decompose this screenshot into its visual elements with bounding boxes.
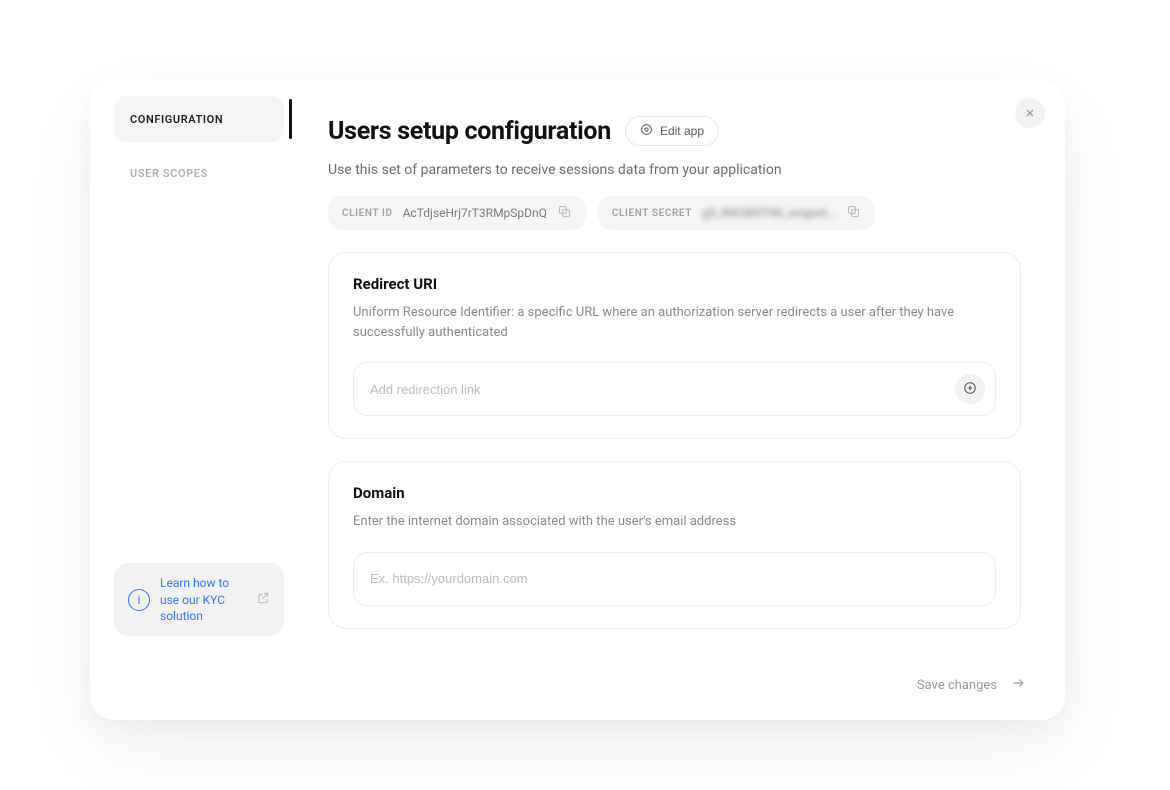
client-secret-chip: CLIENT SECRET gS_RtK3B5TWt_wrqjwd... [598, 196, 875, 230]
arrow-right-icon [1011, 676, 1025, 694]
redirect-uri-title: Redirect URI [353, 275, 996, 293]
sidebar-nav: CONFIGURATION USER SCOPES [114, 96, 284, 563]
info-icon: i [128, 589, 150, 611]
sidebar-item-label: CONFIGURATION [130, 113, 223, 126]
domain-desc: Enter the internet domain associated wit… [353, 512, 996, 532]
client-secret-label: CLIENT SECRET [612, 208, 692, 219]
title-row: Users setup configuration Edit app [328, 116, 1021, 146]
domain-card: Domain Enter the internet domain associa… [328, 461, 1021, 629]
sidebar-item-label: USER SCOPES [130, 167, 208, 180]
client-secret-value: gS_RtK3B5TWt_wrqjwd... [702, 206, 836, 220]
domain-input[interactable] [370, 571, 985, 586]
redirect-uri-input[interactable] [370, 382, 943, 397]
close-icon [1024, 104, 1036, 123]
sidebar-item-configuration[interactable]: CONFIGURATION [114, 96, 284, 142]
client-id-chip: CLIENT ID AcTdjseHrj7rT3RMpSpDnQ [328, 196, 586, 230]
sidebar: CONFIGURATION USER SCOPES i Learn how to… [90, 80, 300, 660]
save-label: Save changes [917, 678, 997, 693]
redirect-uri-input-wrap [353, 362, 996, 416]
client-id-value: AcTdjseHrj7rT3RMpSpDnQ [403, 206, 547, 220]
modal-body: CONFIGURATION USER SCOPES i Learn how to… [90, 80, 1065, 660]
plus-icon [963, 380, 977, 399]
page-subtitle: Use this set of parameters to receive se… [328, 162, 1021, 178]
modal-footer: Save changes [90, 650, 1065, 720]
redirect-uri-desc: Uniform Resource Identifier: a specific … [353, 303, 996, 342]
page-title: Users setup configuration [328, 117, 611, 146]
edit-app-button[interactable]: Edit app [625, 116, 719, 146]
help-text: Learn how to use our KYC solution [160, 575, 246, 624]
client-id-label: CLIENT ID [342, 208, 393, 219]
close-button[interactable] [1015, 98, 1045, 128]
modal-container: CONFIGURATION USER SCOPES i Learn how to… [90, 80, 1065, 720]
credentials-row: CLIENT ID AcTdjseHrj7rT3RMpSpDnQ CLIENT … [328, 196, 1021, 230]
add-redirect-button[interactable] [955, 374, 985, 404]
edit-icon [640, 123, 653, 139]
help-card[interactable]: i Learn how to use our KYC solution [114, 563, 284, 636]
content: Users setup configuration Edit app Use t… [300, 80, 1065, 660]
domain-input-wrap [353, 552, 996, 606]
copy-icon[interactable] [557, 204, 572, 222]
domain-title: Domain [353, 484, 996, 502]
redirect-uri-card: Redirect URI Uniform Resource Identifier… [328, 252, 1021, 439]
copy-icon[interactable] [846, 204, 861, 222]
save-changes-button[interactable]: Save changes [917, 676, 1025, 694]
edit-app-label: Edit app [660, 124, 704, 138]
sidebar-item-user-scopes[interactable]: USER SCOPES [114, 150, 284, 196]
external-link-icon [256, 590, 270, 609]
